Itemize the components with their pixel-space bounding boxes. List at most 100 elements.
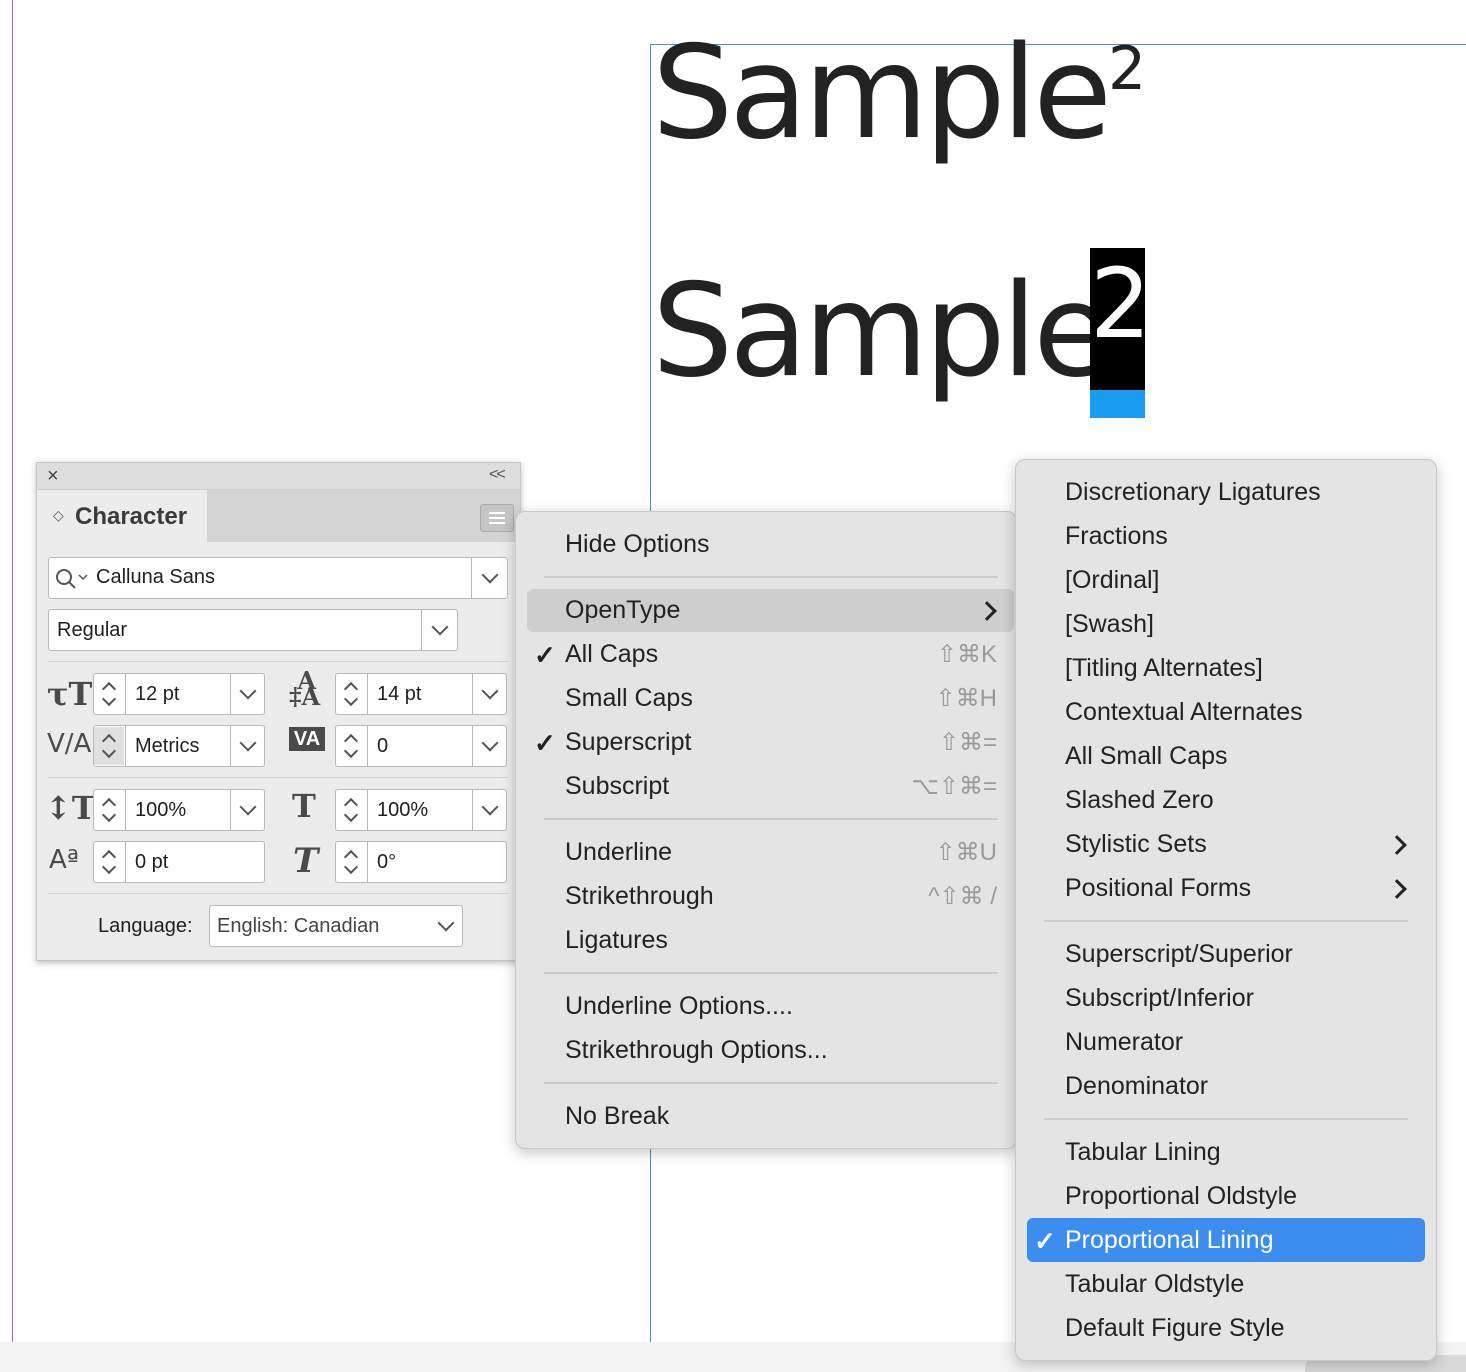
character-panel: × << ◇ Character Calluna Sans Regular τT… (36, 462, 521, 961)
kerning-stepper[interactable] (94, 727, 124, 765)
menu-item-tabular-lining[interactable]: Tabular Lining (1065, 1138, 1221, 1167)
menu-item-slashed-zero[interactable]: Slashed Zero (1065, 786, 1214, 815)
panel-menu-icon[interactable] (480, 504, 514, 532)
close-icon[interactable]: × (47, 465, 59, 488)
menu-item-swash[interactable]: [Swash] (1065, 610, 1154, 639)
font-style-value: Regular (57, 619, 128, 641)
menu-item-superscript[interactable]: Superscript (565, 728, 691, 757)
font-size-value: 12 pt (135, 683, 180, 705)
skew-icon: T (293, 841, 319, 881)
font-size-icon: τT (47, 675, 93, 713)
chevron-down-icon[interactable] (239, 734, 257, 752)
tracking-icon: VA (289, 727, 325, 751)
menu-item-numerator[interactable]: Numerator (1065, 1028, 1183, 1057)
menu-item-ordinal[interactable]: [Ordinal] (1065, 566, 1159, 595)
skew-stepper[interactable] (336, 843, 366, 881)
shortcut-subscript: ⌥⇧⌘= (911, 773, 997, 800)
vertical-scale-icon: ↕T (45, 789, 96, 827)
baseline-shift-stepper[interactable] (94, 843, 124, 881)
menu-item-no-break[interactable]: No Break (565, 1102, 669, 1131)
leading-stepper[interactable] (336, 675, 366, 713)
chevron-down-icon[interactable] (431, 618, 449, 636)
sample-text-1: Sample (652, 19, 1112, 168)
horizontal-scale-value: 100% (377, 799, 429, 821)
menu-item-stylistic-sets[interactable]: Stylistic Sets (1065, 830, 1207, 859)
vertical-scale-field[interactable]: 100% (93, 789, 265, 831)
font-family-field[interactable]: Calluna Sans (48, 557, 508, 599)
chevron-down-icon[interactable] (437, 914, 455, 932)
chevron-down-icon[interactable] (481, 566, 499, 584)
menu-item-underline-options[interactable]: Underline Options.... (565, 992, 793, 1021)
chevron-down-icon[interactable] (239, 682, 257, 700)
menu-item-all-caps[interactable]: All Caps (565, 640, 658, 669)
language-value: English: Canadian (217, 915, 380, 937)
menu-item-discretionary-ligatures[interactable]: Discretionary Ligatures (1065, 478, 1321, 507)
tracking-value: 0 (377, 735, 389, 757)
shortcut-strikethrough: ^⇧⌘ / (928, 883, 997, 910)
skew-value: 0° (377, 851, 397, 873)
menu-item-underline[interactable]: Underline (565, 838, 672, 867)
selected-digit[interactable]: 2 (1090, 256, 1151, 352)
checkmark-icon: ✓ (534, 728, 556, 758)
menu-item-subscript[interactable]: Subscript (565, 772, 669, 801)
font-size-field[interactable]: 12 pt (93, 673, 265, 715)
superscript-digit: 2 (1107, 34, 1147, 104)
sample-text-line-1[interactable]: Sample2 (652, 30, 1146, 158)
menu-item-all-small-caps[interactable]: All Small Caps (1065, 742, 1228, 771)
tab-expand-icon[interactable]: ◇ (53, 507, 64, 524)
menu-item-default-figure-style[interactable]: Default Figure Style (1065, 1314, 1285, 1343)
vertical-scale-stepper[interactable] (94, 791, 124, 829)
menu-item-subscript-inferior[interactable]: Subscript/Inferior (1065, 984, 1254, 1013)
menu-item-titling-alternates[interactable]: [Titling Alternates] (1065, 654, 1263, 683)
baseline-shift-field[interactable]: 0 pt (93, 841, 265, 883)
language-dropdown[interactable]: English: Canadian (209, 905, 463, 947)
vertical-scale-value: 100% (135, 799, 187, 821)
shortcut-small-caps: ⇧⌘H (935, 685, 997, 712)
menu-item-proportional-oldstyle[interactable]: Proportional Oldstyle (1065, 1182, 1297, 1211)
menu-item-small-caps[interactable]: Small Caps (565, 684, 693, 713)
sample-text-2: Sample (652, 257, 1112, 406)
menu-item-denominator[interactable]: Denominator (1065, 1072, 1208, 1101)
shortcut-superscript: ⇧⌘= (938, 729, 997, 756)
menu-item-strikethrough-options[interactable]: Strikethrough Options... (565, 1036, 828, 1065)
horizontal-scale-stepper[interactable] (336, 791, 366, 829)
menu-item-opentype[interactable]: OpenType (565, 596, 680, 625)
menu-item-tabular-oldstyle[interactable]: Tabular Oldstyle (1065, 1270, 1244, 1299)
sample-text-line-2[interactable]: Sample (652, 268, 1112, 396)
baseline-shift-value: 0 pt (135, 851, 169, 873)
menu-item-strikethrough[interactable]: Strikethrough (565, 882, 714, 911)
leading-field[interactable]: 14 pt (335, 673, 507, 715)
font-size-stepper[interactable] (94, 675, 124, 713)
search-icon (56, 569, 88, 589)
tab-character-label: Character (75, 503, 188, 530)
chevron-down-icon[interactable] (481, 682, 499, 700)
menu-item-ligatures[interactable]: Ligatures (565, 926, 668, 955)
chevron-down-icon[interactable] (239, 798, 257, 816)
leading-value: 14 pt (377, 683, 422, 705)
shortcut-underline: ⇧⌘U (935, 839, 997, 866)
menu-item-hide-options[interactable]: Hide Options (565, 530, 710, 559)
menu-item-proportional-lining[interactable]: Proportional Lining (1065, 1226, 1273, 1255)
page-margin-guide (12, 0, 13, 1345)
panel-title-bar[interactable] (37, 463, 520, 490)
tracking-field[interactable]: 0 (335, 725, 507, 767)
leading-icon: A ‡A (289, 666, 321, 711)
baseline-shift-icon: Aª (49, 845, 80, 875)
tracking-stepper[interactable] (336, 727, 366, 765)
menu-item-contextual-alternates[interactable]: Contextual Alternates (1065, 698, 1303, 727)
horizontal-scale-icon: T (292, 787, 316, 825)
menu-item-fractions[interactable]: Fractions (1065, 522, 1168, 551)
checkmark-icon: ✓ (1034, 1226, 1056, 1256)
chevron-down-icon[interactable] (481, 734, 499, 752)
skew-field[interactable]: 0° (335, 841, 507, 883)
chevron-down-icon[interactable] (481, 798, 499, 816)
collapse-panel-icon[interactable]: << (489, 466, 506, 484)
selection-baseline-marker (1090, 390, 1145, 418)
kerning-value: Metrics (135, 735, 200, 757)
language-label: Language: (98, 915, 193, 937)
font-style-field[interactable]: Regular (48, 609, 458, 651)
horizontal-scale-field[interactable]: 100% (335, 789, 507, 831)
menu-item-positional-forms[interactable]: Positional Forms (1065, 874, 1251, 903)
kerning-field[interactable]: Metrics (93, 725, 265, 767)
menu-item-superscript-superior[interactable]: Superscript/Superior (1065, 940, 1293, 969)
